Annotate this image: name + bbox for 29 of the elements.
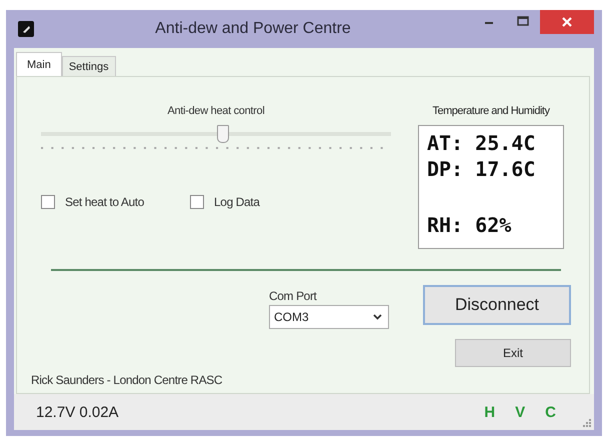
chevron-down-icon [373,314,382,320]
status-indicator: H [484,404,496,420]
close-button[interactable] [540,10,594,34]
readings-title: Temperature and Humidity [432,105,550,117]
status-indicator: C [545,404,556,420]
app-icon [18,21,34,37]
slider-label: Anti-dew heat control [167,105,265,117]
reading-line: DP: 17.6C [427,156,536,182]
resize-grip-icon [583,419,591,427]
power-reading: 12.7V 0.02A [36,404,120,420]
reading-line: AT: 25.4C [427,130,536,156]
credit-text: Rick Saunders - London Centre RASC [31,373,224,389]
status-indicator: V [515,404,526,420]
checkbox[interactable] [41,195,55,209]
window-title: Anti-dew and Power Centre [154,20,352,38]
checkbox-label: Log Data [214,195,260,209]
tab[interactable]: Main [16,52,62,76]
heat-slider[interactable] [41,123,391,151]
checkbox[interactable] [190,195,204,209]
close-icon [561,16,573,28]
checkbox-label: Set heat to Auto [65,195,144,209]
maximize-icon [517,16,529,26]
com-port-select[interactable]: COM3 [269,305,389,329]
slider-thumb[interactable] [217,125,229,143]
disconnect-button[interactable]: Disconnect [423,285,571,325]
reading-line: RH: 62% [427,212,512,238]
tab[interactable]: Settings [62,56,116,76]
com-port-label: Com Port [269,289,318,303]
exit-button[interactable]: Exit [455,339,571,367]
